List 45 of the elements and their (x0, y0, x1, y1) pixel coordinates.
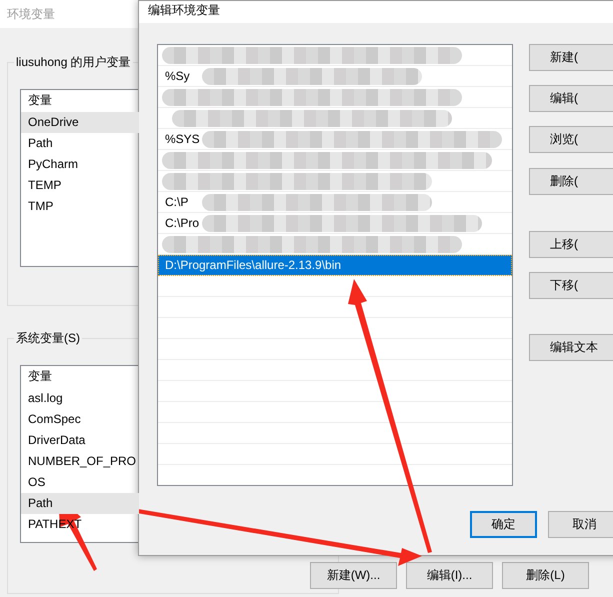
entry-row[interactable]: C:\Pro (158, 213, 512, 234)
entry-row[interactable] (158, 108, 512, 129)
entry-row[interactable] (158, 234, 512, 255)
variable-row[interactable]: PyCharm (21, 154, 139, 175)
dialog-button[interactable]: 下移( (529, 272, 613, 299)
column-header: 变量 (27, 92, 53, 109)
dialog-button[interactable]: 上移( (529, 231, 613, 258)
dialog-button[interactable]: 删除( (529, 168, 613, 195)
entry-text: %Sy (165, 69, 190, 83)
entry-text: C:\Pro (165, 216, 200, 230)
variable-row[interactable]: NUMBER_OF_PRO (21, 451, 139, 472)
entry-row[interactable] (158, 87, 512, 108)
variable-row[interactable]: ComSpec (21, 409, 139, 430)
entry-row[interactable] (158, 171, 512, 192)
dialog-button[interactable]: 编辑( (529, 85, 613, 112)
entry-row[interactable] (158, 150, 512, 171)
entry-row[interactable]: %Sy (158, 66, 512, 87)
variable-row[interactable]: Path (21, 493, 139, 514)
dialog-button[interactable]: 编辑文本 (529, 334, 613, 361)
window-title: 环境变量 (7, 6, 55, 22)
entry-row[interactable]: %SYS (158, 129, 512, 150)
group-label: liusuhong 的用户变量 (15, 54, 132, 71)
entry-text: D:\ProgramFiles\allure-2.13.9\bin (165, 258, 342, 272)
dialog-button[interactable]: 删除(L) (502, 562, 589, 589)
group-label: 系统变量(S) (15, 330, 81, 347)
entry-row[interactable]: C:\P (158, 192, 512, 213)
dialog-button[interactable]: 浏览( (529, 126, 613, 153)
variable-row[interactable]: OneDrive (21, 112, 139, 133)
variable-row[interactable]: TEMP (21, 175, 139, 196)
variable-row[interactable]: TMP (21, 196, 139, 217)
dialog-button[interactable]: 新建(W)... (310, 562, 397, 589)
dialog-button[interactable]: 编辑(I)... (406, 562, 493, 589)
window-title: 编辑环境变量 (148, 2, 220, 19)
entry-row[interactable] (158, 45, 512, 66)
ok-button[interactable]: 确定 (470, 511, 537, 538)
variable-row[interactable]: Path (21, 133, 139, 154)
variable-row[interactable]: DriverData (21, 430, 139, 451)
entry-text: C:\P (165, 195, 188, 209)
cancel-button[interactable]: 取消 (548, 511, 613, 538)
variable-row[interactable]: OS (21, 472, 139, 493)
variable-row[interactable]: asl.log (21, 388, 139, 409)
dialog-button[interactable]: 新建( (529, 44, 613, 71)
column-header: 变量 (27, 368, 53, 385)
entry-row[interactable]: D:\ProgramFiles\allure-2.13.9\bin (158, 255, 512, 276)
entry-text: %SYS (165, 132, 200, 146)
